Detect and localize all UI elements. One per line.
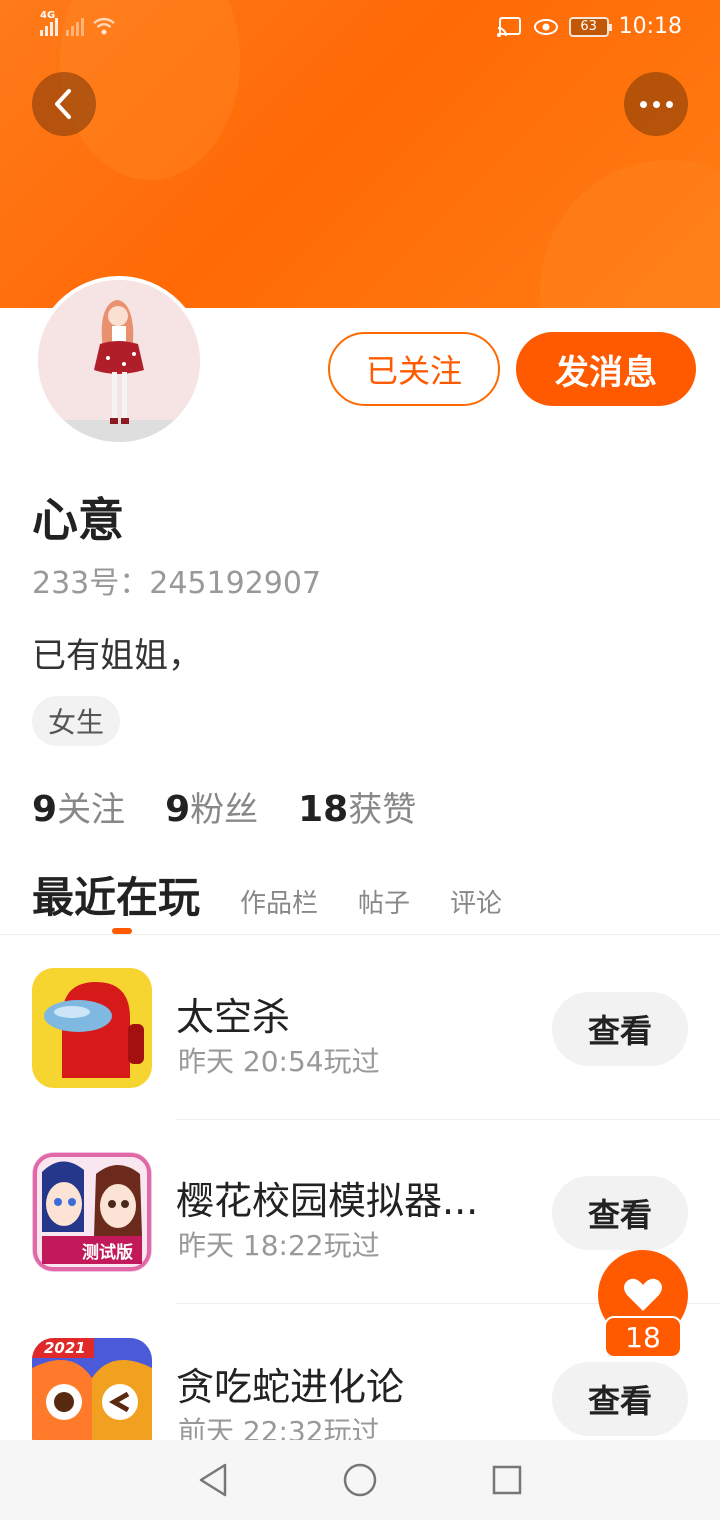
nav-home-button[interactable] (340, 1460, 380, 1500)
gender-tag: 女生 (32, 696, 121, 746)
avatar[interactable] (34, 276, 204, 446)
tab-works[interactable]: 作品栏 (240, 883, 318, 920)
avatar-image (38, 280, 200, 442)
nav-home-icon (343, 1463, 377, 1497)
tab-comments[interactable]: 评论 (450, 883, 502, 920)
system-nav-bar (0, 1440, 720, 1520)
profile-tabs: 最近在玩 作品栏 帖子 评论 (32, 864, 712, 924)
more-button[interactable] (624, 72, 688, 136)
status-bar: 4G 63 10:18 (0, 10, 720, 46)
stat-number: 18 (298, 789, 349, 830)
like-count: 18 (604, 1316, 682, 1358)
nav-recents-button[interactable] (487, 1460, 527, 1500)
game-played-time: 昨天 18:22玩过 (178, 1229, 380, 1262)
wifi-icon (93, 17, 115, 35)
game-icon (32, 968, 152, 1088)
game-title: 樱花校园模拟器... (176, 1179, 479, 1223)
game-badge: 2021 (44, 1339, 86, 1357)
view-button[interactable]: 查看 (552, 1362, 688, 1436)
tab-recently-played[interactable]: 最近在玩 (32, 864, 200, 925)
signal-icon: 4G (40, 10, 58, 36)
game-title: 太空杀 (176, 995, 291, 1039)
clock: 10:18 (618, 14, 682, 39)
back-button[interactable] (32, 72, 96, 136)
user-id: 233号：245192907 (32, 566, 322, 601)
followers-count[interactable]: 9 粉丝 (165, 782, 258, 831)
divider (0, 934, 720, 935)
tab-posts[interactable]: 帖子 (358, 883, 410, 920)
profile-page: 4G 63 10:18 已关注 发消息 心意 233号：245192907 已有… (0, 0, 720, 1520)
likes-count: 18 获赞 (298, 782, 416, 831)
game-icon: 测试版 (32, 1152, 152, 1272)
stat-number: 9 (165, 789, 191, 830)
game-item-space-kill[interactable]: 太空杀 昨天 20:54玩过 查看 (0, 936, 720, 1120)
back-icon (55, 89, 71, 119)
profile-bio: 已有姐姐， (32, 636, 202, 676)
view-button[interactable]: 查看 (552, 1176, 688, 1250)
profile-banner: 4G 63 10:18 (0, 0, 720, 308)
profile-stats: 9 关注 9 粉丝 18 获赞 (32, 782, 416, 831)
stat-number: 9 (32, 789, 58, 830)
cast-icon (496, 16, 521, 37)
eye-icon (533, 18, 558, 35)
stat-label: 粉丝 (190, 790, 259, 830)
following-count[interactable]: 9 关注 (32, 782, 125, 831)
nav-back-icon (200, 1463, 227, 1497)
battery-level: 63 (580, 18, 597, 34)
nav-back-button[interactable] (193, 1460, 233, 1500)
stat-label: 获赞 (348, 790, 417, 830)
nav-recents-icon (492, 1465, 521, 1495)
view-button[interactable]: 查看 (552, 992, 688, 1066)
profile-name: 心意 (32, 493, 124, 547)
more-icon (639, 100, 673, 108)
game-title: 贪吃蛇进化论 (176, 1365, 405, 1409)
following-button[interactable]: 已关注 (328, 332, 500, 406)
heart-icon (624, 1278, 662, 1311)
signal-icon-secondary (66, 14, 84, 36)
stat-label: 关注 (57, 790, 126, 830)
send-message-button[interactable]: 发消息 (516, 332, 696, 406)
game-badge: 测试版 (82, 1243, 133, 1263)
game-played-time: 昨天 20:54玩过 (178, 1045, 380, 1078)
battery-icon: 63 (568, 16, 612, 37)
network-type: 4G (40, 10, 56, 21)
